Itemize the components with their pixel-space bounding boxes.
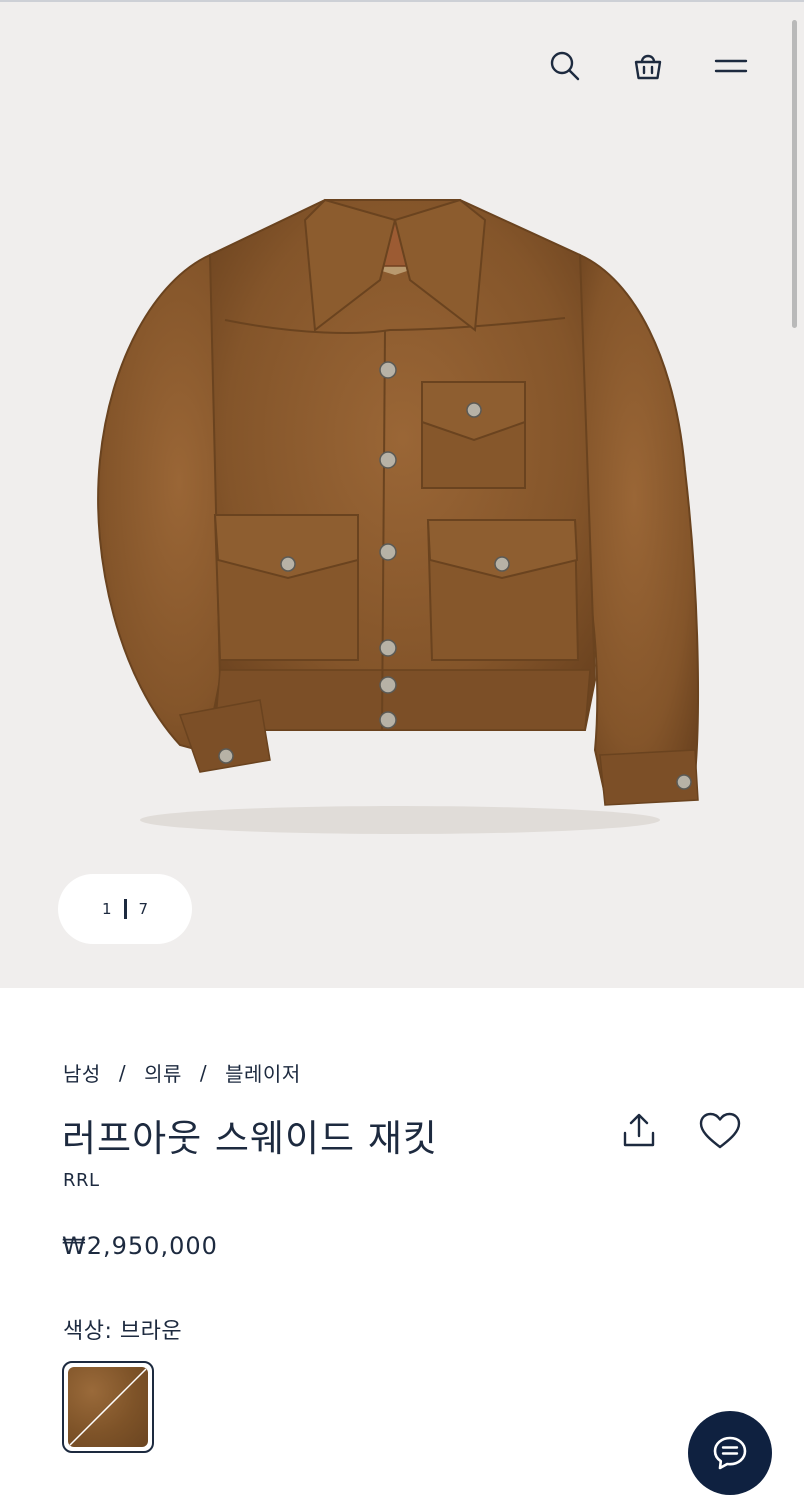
breadcrumb-separator: / xyxy=(118,1060,127,1085)
top-divider xyxy=(0,0,804,2)
share-icon xyxy=(623,1113,655,1147)
gallery-pager: 1 7 xyxy=(58,874,192,944)
heart-icon xyxy=(699,1112,741,1149)
selected-slash-icon xyxy=(69,1368,147,1446)
pager-separator xyxy=(123,899,127,919)
color-label: 색상: 브라운 xyxy=(63,1319,183,1344)
cart-button[interactable] xyxy=(626,44,670,88)
breadcrumb-item-men[interactable]: 남성 xyxy=(63,1058,101,1087)
menu-button[interactable] xyxy=(709,44,753,88)
menu-icon xyxy=(714,59,748,73)
pager-current: 1 xyxy=(101,900,112,918)
scrollbar[interactable] xyxy=(792,20,797,328)
swatch-fill xyxy=(68,1367,148,1447)
share-button[interactable] xyxy=(614,1106,664,1156)
brand-name[interactable]: RRL xyxy=(63,1170,100,1191)
wishlist-button[interactable] xyxy=(695,1106,745,1156)
product-image[interactable] xyxy=(60,160,740,840)
breadcrumb-item-clothing[interactable]: 의류 xyxy=(144,1058,182,1087)
search-icon xyxy=(550,51,580,81)
color-swatch-brown[interactable] xyxy=(62,1361,154,1453)
product-price: ₩2,950,000 xyxy=(62,1232,218,1260)
chat-button[interactable] xyxy=(688,1411,772,1495)
search-button[interactable] xyxy=(543,44,587,88)
chat-icon xyxy=(713,1436,747,1470)
pager-total: 7 xyxy=(138,900,149,918)
breadcrumb-item-blazer[interactable]: 블레이저 xyxy=(225,1058,301,1087)
product-image-gallery[interactable]: 1 7 xyxy=(0,0,804,988)
product-title: 러프아웃 스웨이드 재킷 xyxy=(62,1117,438,1160)
breadcrumb-separator: / xyxy=(199,1060,208,1085)
breadcrumb: 남성 / 의류 / 블레이저 xyxy=(63,1058,301,1087)
shopping-bag-icon xyxy=(634,54,662,80)
